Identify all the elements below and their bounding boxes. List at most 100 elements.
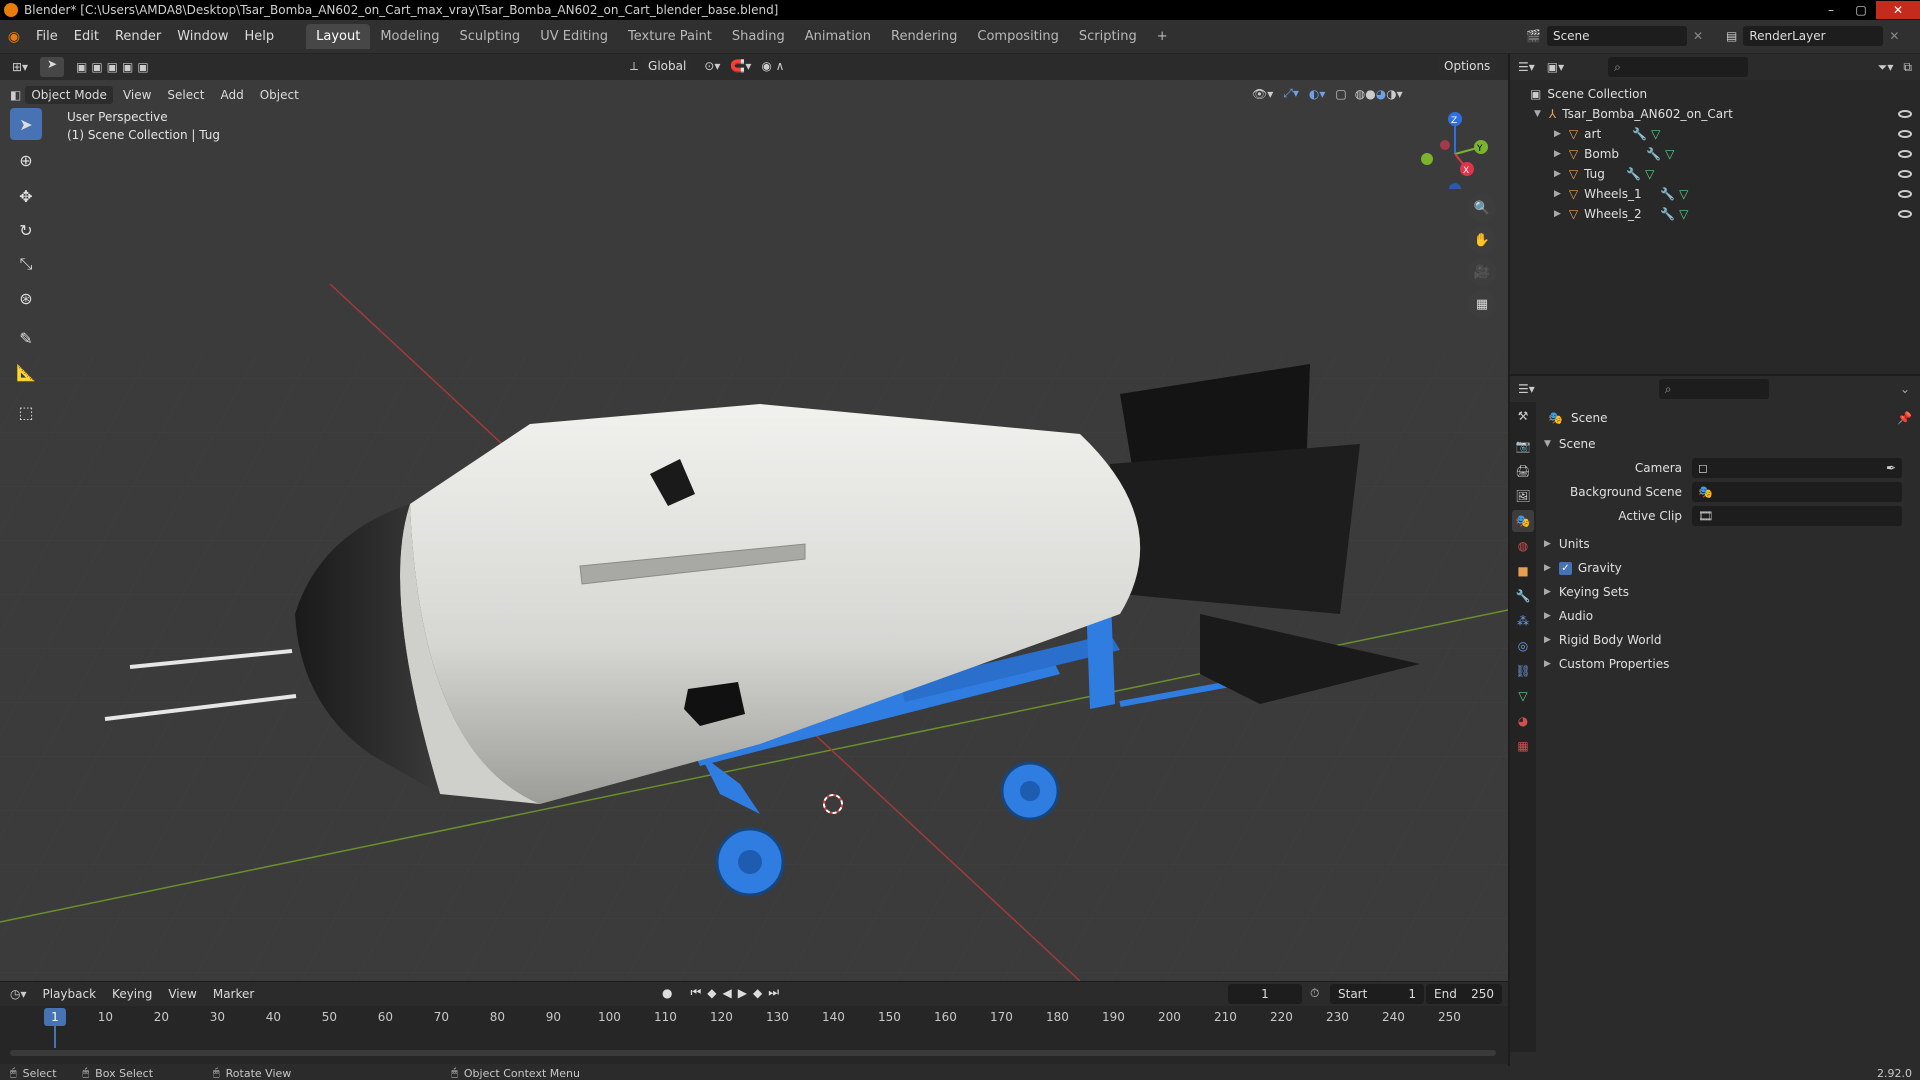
menu-edit[interactable]: Edit: [66, 29, 107, 44]
tab-uv-editing[interactable]: UV Editing: [530, 24, 618, 49]
end-frame-field[interactable]: End 250: [1426, 984, 1502, 1004]
tab-texture-paint[interactable]: Texture Paint: [618, 24, 722, 49]
solid-shading-icon[interactable]: ●: [1365, 87, 1375, 101]
eye-icon[interactable]: [1898, 110, 1912, 118]
render-layer-field[interactable]: RenderLayer: [1743, 26, 1884, 46]
chevron-right-icon[interactable]: ▶: [1554, 209, 1561, 219]
modifiers-tab[interactable]: 🔧: [1512, 585, 1534, 607]
chevron-down-icon[interactable]: ▼: [1534, 109, 1541, 119]
properties-search-input[interactable]: ⌕: [1658, 379, 1769, 399]
tab-compositing[interactable]: Compositing: [967, 24, 1069, 49]
texture-tab[interactable]: ▦: [1512, 735, 1534, 757]
jump-end-icon[interactable]: ⏭: [768, 985, 779, 1000]
tree-row-wheels-2[interactable]: ▶ ▽ Wheels_2 🔧 ▽: [1510, 204, 1920, 224]
move-tool[interactable]: ✥: [10, 180, 42, 212]
add-workspace-button[interactable]: +: [1147, 24, 1178, 49]
data-tab[interactable]: ▽: [1512, 685, 1534, 707]
editor-type-icon[interactable]: ⊞▾: [0, 60, 40, 74]
panel-audio[interactable]: ▶ Audio: [1544, 604, 1912, 628]
proportional-edit-icon[interactable]: ◉ ∧: [761, 59, 784, 73]
scene-name-field[interactable]: Scene: [1546, 26, 1687, 46]
transform-orientation-dropdown[interactable]: Global: [642, 57, 693, 75]
annotate-tool[interactable]: ✎: [10, 322, 42, 354]
ortho-toggle-button[interactable]: ▦: [1468, 290, 1496, 318]
tree-row-scene-collection[interactable]: ▣ Scene Collection: [1510, 84, 1920, 104]
timeline-scrollbar[interactable]: [10, 1050, 1496, 1056]
3d-viewport[interactable]: ⊞▾ ➤ ▣▣▣▣▣ ⟂ Global ⊙▾ 🧲▾ ◉ ∧ Options ◧ …: [0, 54, 1508, 981]
zoom-button[interactable]: 🔍: [1468, 194, 1496, 222]
chevron-right-icon[interactable]: ▶: [1554, 129, 1561, 139]
select-box-tool[interactable]: ➤: [10, 108, 42, 140]
add-cube-tool[interactable]: ⬚: [10, 396, 42, 428]
snap-icon[interactable]: 🧲▾: [730, 59, 751, 73]
eye-icon[interactable]: [1898, 190, 1912, 198]
tree-row-collection[interactable]: ▼ ⅄ Tsar_Bomba_AN602_on_Cart: [1510, 104, 1920, 124]
physics-tab[interactable]: ◎: [1512, 635, 1534, 657]
menu-marker[interactable]: Marker: [207, 985, 260, 1003]
menu-playback[interactable]: Playback: [37, 985, 103, 1003]
close-icon[interactable]: ✕: [1693, 29, 1703, 43]
eye-icon[interactable]: [1898, 150, 1912, 158]
eyedropper-icon[interactable]: ✒: [1886, 461, 1896, 475]
wireframe-shading-icon[interactable]: ◍: [1355, 87, 1365, 101]
camera-view-button[interactable]: 🎥: [1468, 258, 1496, 286]
camera-field[interactable]: ◻ ✒: [1692, 458, 1902, 478]
transform-tool[interactable]: ⊛: [10, 282, 42, 314]
timeline-track-area[interactable]: 1 10 20 30 40 50 60 70 80 90 100 110 120 130 140 150 160…: [0, 1006, 1508, 1064]
menu-help[interactable]: Help: [237, 29, 283, 44]
render-tab[interactable]: 📷: [1512, 435, 1534, 457]
next-keyframe-icon[interactable]: ◆: [753, 986, 762, 1000]
pan-button[interactable]: ✋: [1468, 226, 1496, 254]
editor-type-icon[interactable]: ◷▾: [10, 987, 27, 1001]
record-icon[interactable]: ●: [662, 986, 672, 1000]
menu-window[interactable]: Window: [169, 29, 236, 44]
pivot-icon[interactable]: ⊙▾: [704, 59, 720, 73]
outliner-search-input[interactable]: ⌕: [1608, 57, 1749, 77]
close-icon[interactable]: ✕: [1889, 29, 1899, 43]
rotate-tool[interactable]: ↻: [10, 214, 42, 246]
tab-layout[interactable]: Layout: [306, 24, 371, 49]
blender-menu-icon[interactable]: ◉: [0, 29, 28, 45]
new-collection-icon[interactable]: ⧉: [1903, 60, 1912, 75]
xray-icon[interactable]: ▢: [1335, 87, 1346, 101]
chevron-right-icon[interactable]: ▶: [1554, 169, 1561, 179]
panel-gravity[interactable]: ▶ ✓ Gravity: [1544, 556, 1912, 580]
tab-rendering[interactable]: Rendering: [881, 24, 967, 49]
cursor-tool[interactable]: ⊕: [10, 144, 42, 176]
view-layer-tab[interactable]: 🖼: [1512, 485, 1534, 507]
eye-icon[interactable]: [1898, 170, 1912, 178]
tree-row-wheels-1[interactable]: ▶ ▽ Wheels_1 🔧 ▽: [1510, 184, 1920, 204]
chevron-right-icon[interactable]: ▶: [1554, 149, 1561, 159]
chevron-right-icon[interactable]: ▶: [1554, 189, 1561, 199]
panel-rigid-body-world[interactable]: ▶ Rigid Body World: [1544, 628, 1912, 652]
menu-file[interactable]: File: [28, 29, 66, 44]
maximize-button[interactable]: ▢: [1846, 1, 1876, 19]
prev-keyframe-icon[interactable]: ◆: [707, 986, 716, 1000]
output-tab[interactable]: 🖨: [1512, 460, 1534, 482]
menu-render[interactable]: Render: [107, 29, 169, 44]
world-tab[interactable]: ◍: [1512, 535, 1534, 557]
minimize-button[interactable]: –: [1816, 1, 1846, 19]
scene-tab[interactable]: 🎭: [1512, 510, 1534, 532]
editor-type-icon[interactable]: ☰▾: [1518, 60, 1535, 74]
play-icon[interactable]: ▶: [738, 986, 747, 1000]
tab-animation[interactable]: Animation: [795, 24, 881, 49]
pin-icon[interactable]: 📌: [1897, 411, 1912, 425]
select-mode-icons[interactable]: ▣▣▣▣▣: [76, 60, 153, 74]
play-reverse-icon[interactable]: ◀: [723, 986, 732, 1000]
options-dropdown[interactable]: Options: [1438, 57, 1497, 75]
chevron-down-icon[interactable]: ⌄: [1900, 382, 1910, 396]
menu-add[interactable]: Add: [214, 86, 249, 104]
start-frame-field[interactable]: Start 1: [1330, 984, 1424, 1004]
gizmo-toggle-icon[interactable]: ⤢▾: [1283, 86, 1299, 101]
material-tab[interactable]: ◕: [1512, 710, 1534, 732]
tool-tab[interactable]: ⚒: [1512, 405, 1534, 427]
eye-icon[interactable]: [1898, 210, 1912, 218]
tab-modeling[interactable]: Modeling: [370, 24, 449, 49]
menu-view[interactable]: View: [162, 985, 202, 1003]
panel-units[interactable]: ▶ Units: [1544, 532, 1912, 556]
navigation-gizmo[interactable]: Z Y X: [1415, 109, 1495, 195]
overlay-toggle-icon[interactable]: ◐▾: [1309, 87, 1326, 101]
editor-type-icon[interactable]: ☰▾: [1518, 382, 1535, 396]
select-tool-icon[interactable]: ➤: [40, 57, 64, 77]
